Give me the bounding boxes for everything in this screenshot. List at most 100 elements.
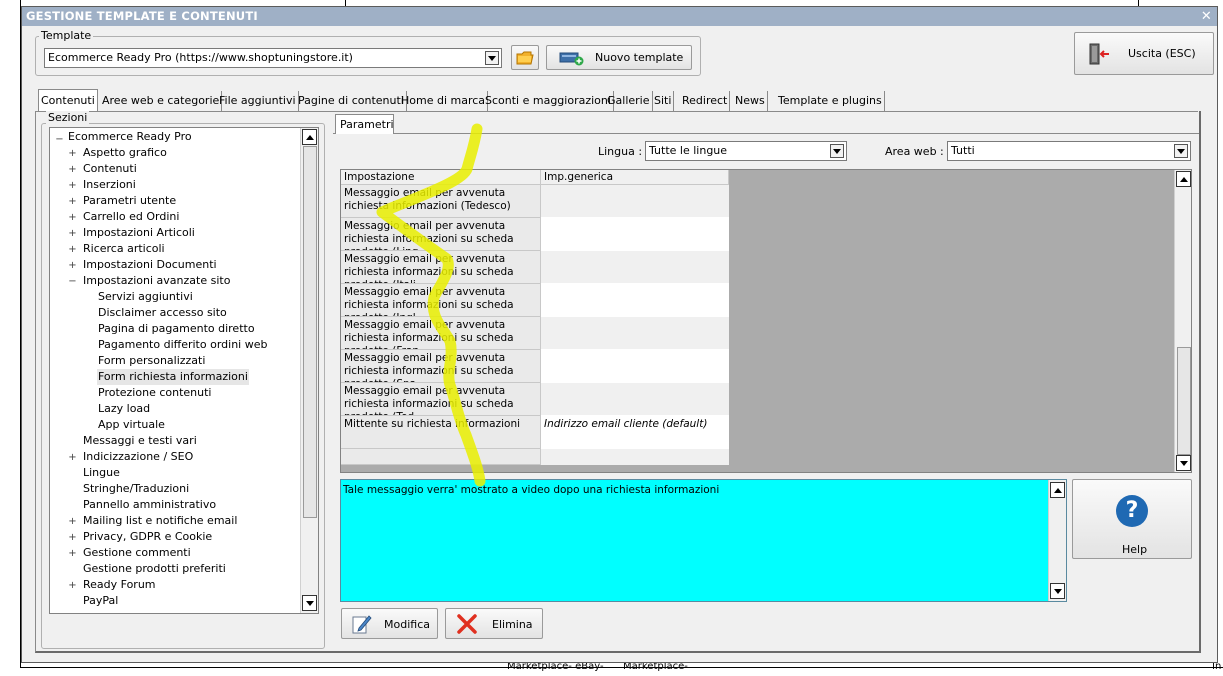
tree-item[interactable]: Lingue	[82, 465, 121, 481]
tree-scroll-up-button[interactable]	[302, 129, 317, 145]
grid-scroll-up-button[interactable]	[1176, 171, 1191, 187]
tree-scrollbar[interactable]	[300, 128, 318, 613]
help-button[interactable]: ? Help	[1072, 479, 1192, 559]
grid-row-value[interactable]	[541, 185, 729, 218]
grid-scrollbar[interactable]	[1174, 170, 1191, 472]
tree-item[interactable]: Servizi aggiuntivi	[97, 289, 194, 305]
expand-icon[interactable]: +	[68, 453, 77, 463]
grid-row-value[interactable]: Indirizzo email cliente (default)	[541, 416, 729, 449]
tab-gallerie[interactable]: Gallerie	[605, 91, 653, 111]
expand-icon[interactable]: +	[68, 197, 77, 207]
expand-icon[interactable]: +	[68, 165, 77, 175]
area-web-select[interactable]: Tutti	[947, 141, 1191, 161]
chevron-down-icon[interactable]	[1174, 144, 1188, 158]
template-select[interactable]: Ecommerce Ready Pro (https://www.shoptun…	[44, 48, 502, 68]
expand-icon[interactable]: +	[68, 549, 77, 559]
grid-header-imp-generica[interactable]: Imp.generica	[541, 170, 729, 185]
tab-parametri[interactable]: Parametri	[335, 114, 394, 134]
tree-item[interactable]: Protezione contenuti	[97, 385, 212, 401]
tree-item[interactable]: Contenuti	[82, 161, 138, 177]
expand-icon[interactable]: +	[68, 149, 77, 159]
collapse-icon[interactable]: −	[68, 277, 77, 287]
tree-item[interactable]: Disclaimer accesso sito	[97, 305, 228, 321]
grid-row-value[interactable]	[541, 350, 729, 383]
tree-root-ecommerce-ready-pro[interactable]: Ecommerce Ready Pro	[68, 129, 192, 145]
exit-button[interactable]: Uscita (ESC)	[1074, 32, 1214, 75]
grid-row-value[interactable]	[541, 317, 729, 350]
grid-row-value[interactable]	[541, 251, 729, 284]
tab-sconti-e-maggiorazioni[interactable]: Sconti e maggiorazioni	[483, 91, 614, 111]
close-icon[interactable]: ✕	[1201, 7, 1212, 26]
grid-row-setting[interactable]: Messaggio email per avvenuta richiesta i…	[341, 284, 541, 317]
new-template-button[interactable]: Nuovo template	[546, 45, 692, 70]
grid-scroll-thumb[interactable]	[1177, 347, 1191, 455]
description-scroll-up-button[interactable]	[1050, 482, 1065, 498]
grid-row-setting[interactable]: Messaggio email per avvenuta richiesta i…	[341, 383, 541, 416]
tree-item[interactable]: Form personalizzati	[97, 353, 206, 369]
expand-icon[interactable]: +	[68, 533, 77, 543]
lingua-select[interactable]: Tutte le lingue	[645, 141, 847, 161]
tree-item[interactable]: Pagina di pagamento diretto	[97, 321, 256, 337]
tree-item[interactable]: Impostazioni avanzate sito	[82, 273, 231, 289]
grid-row-value[interactable]	[541, 284, 729, 317]
chevron-down-icon[interactable]	[830, 144, 844, 158]
tab-redirect[interactable]: Redirect	[680, 91, 731, 111]
grid-header-impostazione[interactable]: Impostazione	[341, 170, 541, 185]
tree-item[interactable]: Carrello ed Ordini	[82, 209, 180, 225]
grid-row-setting[interactable]: Messaggio email per avvenuta richiesta i…	[341, 350, 541, 383]
description-scroll-down-button[interactable]	[1050, 583, 1065, 599]
tree-item[interactable]: Pannello amministrativo	[82, 497, 217, 513]
tree-item[interactable]: Gestione commenti	[82, 545, 192, 561]
grid-row-setting[interactable]: Messaggio email per avvenuta richiesta i…	[341, 317, 541, 350]
grid-row-setting[interactable]: Mittente su richiesta informazioni	[341, 416, 541, 449]
expand-icon[interactable]: +	[68, 181, 77, 191]
tab-contenuti[interactable]: Contenuti	[38, 89, 98, 111]
description-scrollbar[interactable]	[1048, 480, 1066, 601]
expand-icon[interactable]: +	[68, 261, 77, 271]
grid-row-setting[interactable]: Messaggio email per avvenuta richiesta i…	[341, 185, 541, 218]
tree-item[interactable]: Mailing list e notifiche email	[82, 513, 238, 529]
expand-icon[interactable]: +	[68, 517, 77, 527]
tree-item[interactable]: Messaggi e testi vari	[82, 433, 198, 449]
expand-icon[interactable]: +	[68, 229, 77, 239]
tree-item[interactable]: Ready Forum	[82, 577, 157, 593]
grid-row-value[interactable]	[541, 383, 729, 416]
tree-item[interactable]: Parametri utente	[82, 193, 177, 209]
tree-item[interactable]: Indicizzazione / SEO	[82, 449, 194, 465]
tab-news[interactable]: News	[733, 91, 768, 111]
tab-home-di-marca[interactable]: Home di marca	[399, 91, 489, 111]
grid-row-setting[interactable]: Messaggio email per avvenuta richiesta i…	[341, 218, 541, 251]
tree-item[interactable]: Lazy load	[97, 401, 151, 417]
elimina-button[interactable]: Elimina	[445, 608, 543, 639]
tab-file-aggiuntivi[interactable]: File aggiuntivi	[217, 91, 299, 111]
tree-item[interactable]: Aspetto grafico	[82, 145, 168, 161]
tree-scroll-down-button[interactable]	[302, 595, 317, 611]
tree-item[interactable]: Pagamento differito ordini web	[97, 337, 268, 353]
tree-item[interactable]: Inserzioni	[82, 177, 137, 193]
expand-icon[interactable]: +	[68, 245, 77, 255]
tree-item[interactable]: Stringhe/Traduzioni	[82, 481, 190, 497]
chevron-down-icon[interactable]	[485, 51, 499, 65]
tab-pagine-di-contenuti[interactable]: Pagine di contenuti	[296, 91, 407, 111]
tree-item[interactable]: PayPal	[82, 593, 119, 609]
modifica-button[interactable]: Modifica	[341, 608, 438, 639]
tree-item[interactable]: Impostazioni Documenti	[82, 257, 218, 273]
grid-scroll-down-button[interactable]	[1176, 455, 1191, 471]
tree-item[interactable]: Form richiesta informazioni	[97, 369, 249, 385]
tree-item[interactable]: App virtuale	[97, 417, 166, 433]
grid-row-value[interactable]	[541, 218, 729, 251]
tree-scroll-thumb[interactable]	[303, 146, 317, 518]
tree-item[interactable]: Impostazioni Articoli	[82, 225, 196, 241]
open-folder-button[interactable]	[511, 45, 539, 70]
expand-icon[interactable]: +	[68, 213, 77, 223]
grid-row-setting[interactable]: Messaggio email per avvenuta richiesta i…	[341, 251, 541, 284]
tab-siti[interactable]: Siti	[652, 91, 675, 111]
expand-icon[interactable]: +	[68, 581, 77, 591]
tree-item[interactable]: Privacy, GDPR e Cookie	[82, 529, 213, 545]
tab-template-e-plugins[interactable]: Template e plugins	[776, 91, 885, 111]
collapse-icon[interactable]: −	[55, 135, 64, 145]
tab-aree-web-e-categorie[interactable]: Aree web e categorie	[100, 91, 223, 111]
description-box[interactable]: Tale messaggio verra' mostrato a video d…	[340, 479, 1067, 602]
tree-item[interactable]: Gestione prodotti preferiti	[82, 561, 227, 577]
tree-item[interactable]: Ricerca articoli	[82, 241, 166, 257]
